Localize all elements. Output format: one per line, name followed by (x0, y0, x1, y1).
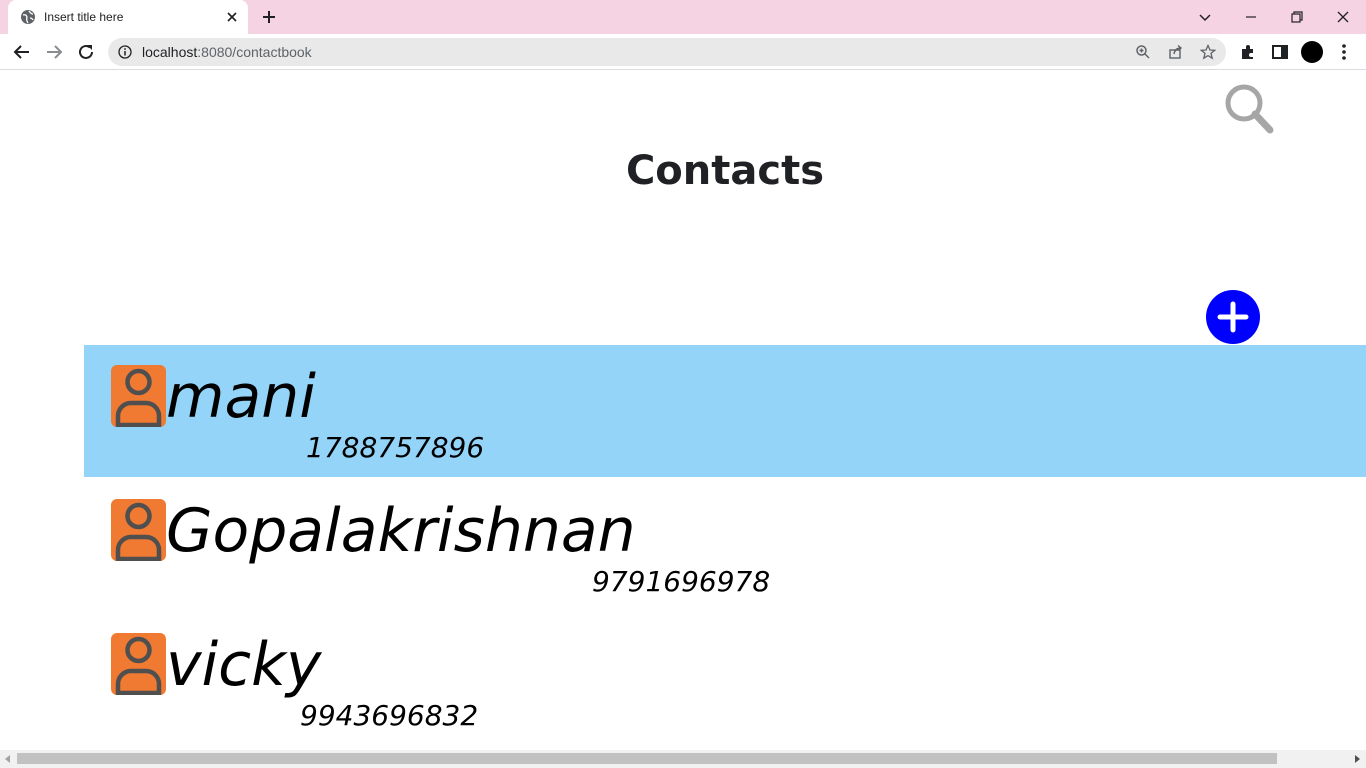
profile-avatar[interactable] (1301, 41, 1323, 63)
more-menu-icon[interactable] (1334, 42, 1354, 62)
extensions-puzzle-icon[interactable] (1238, 42, 1258, 62)
address-bar[interactable]: localhost:8080/contactbook (108, 38, 1226, 66)
contact-phone: 9791696978 (592, 565, 771, 598)
plus-icon (1217, 301, 1249, 333)
person-avatar-icon (111, 633, 166, 695)
contact-item[interactable]: mani 1788757896 (84, 345, 1366, 477)
contact-phone: 9943696832 (300, 699, 479, 732)
contact-item[interactable]: vicky 9943696832 (84, 613, 1366, 745)
add-contact-button[interactable] (1206, 290, 1260, 344)
scrollbar-thumb[interactable] (17, 753, 1277, 764)
tab-title: Insert title here (44, 10, 124, 24)
minimize-icon[interactable] (1240, 6, 1262, 28)
url-path: :8080/contactbook (197, 44, 312, 60)
contact-name: Gopalakrishnan (166, 496, 636, 566)
share-icon[interactable] (1168, 44, 1184, 60)
back-arrow-icon[interactable] (12, 42, 32, 62)
restore-icon[interactable] (1286, 6, 1308, 28)
site-info-icon[interactable] (118, 45, 132, 59)
contact-name: vicky (166, 630, 322, 700)
person-avatar-icon (111, 365, 166, 427)
side-panel-icon[interactable] (1270, 42, 1290, 62)
contact-item[interactable]: Gopalakrishnan 9791696978 (84, 479, 1366, 611)
scroll-right-arrow-icon[interactable] (1352, 754, 1362, 764)
globe-icon (21, 10, 35, 24)
reload-icon[interactable] (76, 42, 96, 62)
person-avatar-icon (111, 499, 166, 561)
horizontal-scrollbar[interactable] (0, 750, 1366, 768)
new-tab-icon[interactable] (260, 8, 278, 26)
browser-tab[interactable]: Insert title here (8, 0, 248, 34)
close-tab-icon[interactable] (224, 9, 240, 25)
url-host: localhost (142, 44, 198, 60)
url-text[interactable]: localhost:8080/contactbook (142, 44, 312, 60)
contact-phone: 1788757896 (306, 431, 485, 464)
forward-arrow-icon[interactable] (44, 42, 64, 62)
tab-search-chevron-icon[interactable] (1194, 6, 1216, 28)
browser-tab-strip: Insert title here (0, 0, 1366, 34)
zoom-icon[interactable] (1135, 44, 1151, 60)
page-title: Contacts (625, 148, 825, 194)
search-icon[interactable] (1222, 82, 1276, 136)
close-window-icon[interactable] (1332, 6, 1354, 28)
browser-toolbar: localhost:8080/contactbook (0, 34, 1366, 70)
scroll-left-arrow-icon[interactable] (3, 754, 13, 764)
bookmark-star-icon[interactable] (1200, 44, 1216, 60)
contact-name: mani (166, 362, 316, 432)
